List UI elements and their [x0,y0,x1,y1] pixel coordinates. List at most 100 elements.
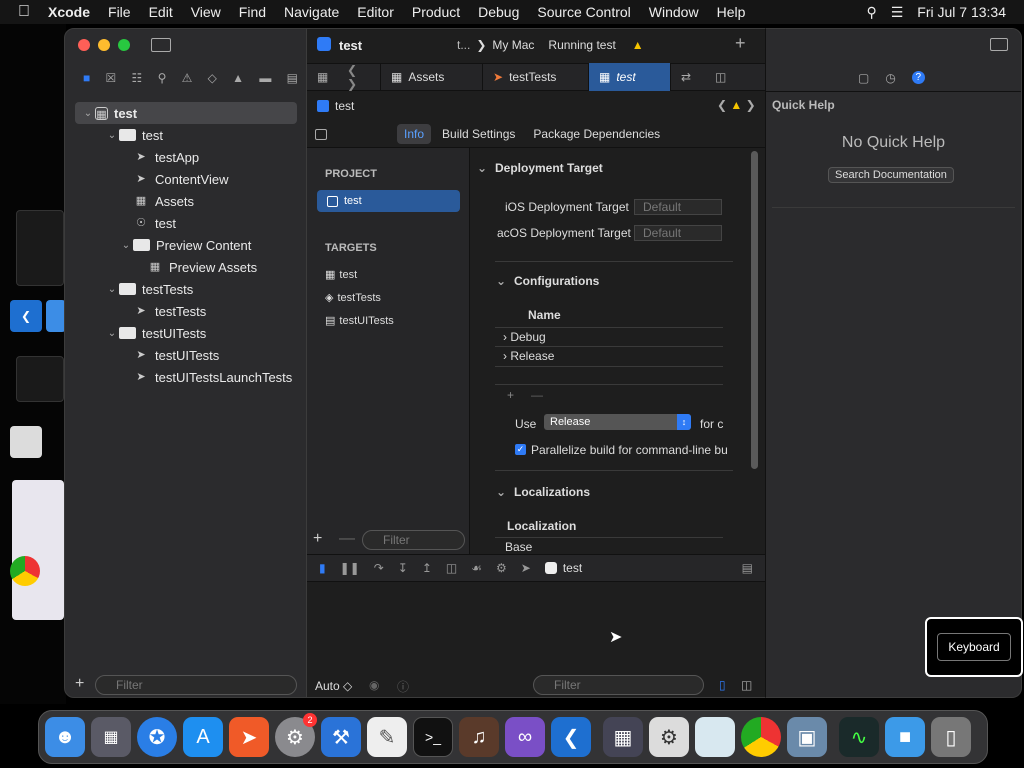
memory-graph-icon[interactable]: ☙ [471,561,482,575]
split-editor-icon[interactable]: ◫ [705,63,731,91]
utility-icon[interactable]: ⚙ [649,717,689,757]
issue-navigator-arrows[interactable]: ❮ ▲ ❯ [717,98,756,112]
issue-icon[interactable]: ⚠ [182,71,193,85]
tree-row[interactable]: ⌄ test [65,124,163,146]
safari-icon[interactable]: ✪ [137,717,177,757]
tree-row[interactable]: ➤ testUITestsLaunchTests [65,366,292,388]
menu-product[interactable]: Product [403,4,469,20]
visual-studio-icon[interactable]: ∞ [505,717,545,757]
add-tab-icon[interactable]: + [735,33,746,54]
debug-icon[interactable]: ▲ [232,71,244,85]
instruments-icon[interactable]: ♫ [459,717,499,757]
apple-menu-icon[interactable]:  [0,3,39,21]
create-ml-icon[interactable]: ▦ [603,717,643,757]
symbol-icon[interactable]: ☷ [132,71,143,85]
info-icon[interactable]: ⓘ [397,678,409,695]
pause-icon[interactable]: ❚❚ [340,561,360,575]
menu-editor[interactable]: Editor [348,4,403,20]
menu-help[interactable]: Help [708,4,755,20]
config-row-release[interactable]: › Release [503,349,554,363]
related-items-icon[interactable]: ⇄ [671,63,705,91]
tab-testtests[interactable]: ➤ testTests [483,63,589,91]
tree-row[interactable]: ▦ Assets [65,190,194,212]
destination-menu[interactable]: My Mac [492,38,534,52]
target-test[interactable]: ▦ test [325,268,357,282]
search-icon[interactable]: ⚲ [866,4,876,21]
window-thumbnail[interactable] [16,356,64,402]
step-in-icon[interactable]: ↧ [398,561,408,575]
process-selector[interactable]: test [544,561,582,575]
target-testtests[interactable]: ◈ testTests [325,291,381,305]
minimize-button[interactable] [98,39,110,51]
add-config-icon[interactable]: + [507,388,514,402]
activity-monitor-icon[interactable]: ∿ [839,717,879,757]
app-store-icon[interactable]: A [183,717,223,757]
tab-build-settings[interactable]: Build Settings [435,124,522,144]
tree-row[interactable]: ▦ Preview Assets [65,256,257,278]
menu-debug[interactable]: Debug [469,4,528,20]
step-out-icon[interactable]: ↥ [422,561,432,575]
close-button[interactable] [78,39,90,51]
add-icon[interactable]: + [75,675,84,693]
keyboard-button[interactable]: Keyboard [937,633,1011,661]
terminal-icon[interactable]: >_ [413,717,453,757]
tree-row[interactable]: ⌄ testUITests [65,322,207,344]
auto-variables-menu[interactable]: Auto ◇ [315,679,352,693]
hide-project-list-icon[interactable] [315,129,327,140]
preview-icon[interactable]: ▣ [787,717,827,757]
trash-icon[interactable]: ▯ [931,717,971,757]
chevron-down-icon[interactable]: ⌄ [105,130,119,141]
deployment-target-header[interactable]: ⌄ Deployment Target [477,161,603,175]
inspector-toggle-icon[interactable] [990,38,1008,51]
macos-deployment-field[interactable]: Default [634,225,722,241]
downloads-folder-icon[interactable]: ■ [885,717,925,757]
use-config-popup[interactable]: Release ↕ [544,414,691,430]
scheme-menu[interactable]: t... [457,38,470,52]
tree-row[interactable]: ➤ ContentView [65,168,228,190]
system-settings-icon[interactable]: ⚙ 2 [275,713,317,757]
menu-navigate[interactable]: Navigate [275,4,348,20]
step-over-icon[interactable]: ↷ [374,561,384,575]
tree-row[interactable]: ➤ testTests [65,300,206,322]
tree-row[interactable]: ➤ testUITests [65,344,219,366]
test-icon[interactable]: ◇ [208,71,217,85]
menu-file[interactable]: File [99,4,140,20]
grid-icon[interactable]: ▦ [307,63,337,91]
chevron-down-icon[interactable]: ⌄ [105,284,119,295]
back-forward[interactable]: ❮ ❯ [337,63,381,91]
tab-info[interactable]: Info [397,124,432,144]
chrome-icon[interactable] [10,556,40,586]
ios-deployment-field[interactable]: Default [634,199,722,215]
simulator-icon[interactable] [695,717,735,757]
file-inspector-icon[interactable]: ▢ [858,71,869,85]
swift-playgrounds-icon[interactable]: ➤ [229,717,269,757]
eye-icon[interactable]: ◉ [369,678,379,692]
tree-row[interactable]: ⌄ ▦ test [75,102,297,124]
location-icon[interactable]: ➤ [521,561,531,575]
finder-icon[interactable] [46,300,66,332]
debug-area-toggle-icon[interactable]: ▮ [319,561,326,575]
sidebar-toggle-icon[interactable] [151,38,171,52]
menu-window[interactable]: Window [640,4,708,20]
window-thumbnail[interactable] [12,480,64,620]
target-testuitests[interactable]: ▤ testUITests [325,314,394,328]
chevron-down-icon[interactable]: ⌄ [119,240,133,251]
console-toggle-icon[interactable]: ▤ [742,561,753,575]
vscode-icon[interactable]: ❮ [10,300,42,332]
menu-source-control[interactable]: Source Control [528,4,639,20]
finder-icon[interactable]: ☻ [45,717,85,757]
tree-row[interactable]: ⌄ testTests [65,278,194,300]
chevron-down-icon[interactable]: ⌄ [105,328,119,339]
tab-package-dependencies[interactable]: Package Dependencies [526,124,667,144]
control-center-icon[interactable]: ☰ [891,4,904,21]
view-hierarchy-icon[interactable]: ◫ [446,561,457,575]
variables-view-icon[interactable]: ▯ [719,678,726,692]
parallelize-checkbox[interactable]: ✓ [515,444,526,455]
environment-icon[interactable]: ⚙ [496,561,507,575]
zoom-button[interactable] [118,39,130,51]
remove-target-icon[interactable]: — [339,530,355,548]
breakpoint-icon[interactable]: ▬ [259,71,271,85]
tab-test[interactable]: ▦ test [589,63,671,91]
console-filter[interactable]: Filter [533,675,704,695]
window-thumbnail[interactable] [16,210,64,286]
